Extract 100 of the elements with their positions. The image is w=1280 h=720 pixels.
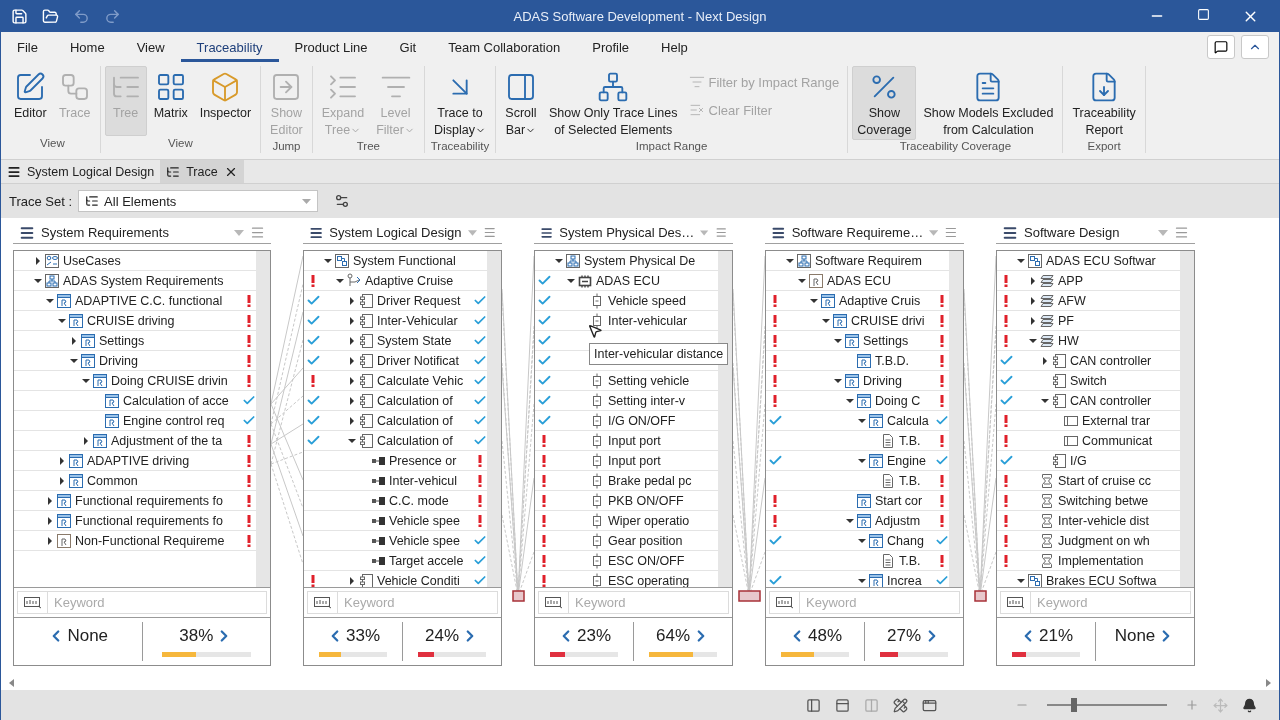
tree-item[interactable]: Driving: [863, 373, 902, 388]
collapsed-caret-icon[interactable]: [70, 336, 78, 345]
expanded-caret-icon[interactable]: [70, 356, 78, 365]
tree-item[interactable]: Start of cruise cc: [1058, 473, 1152, 488]
ribbon-button[interactable]: Editor: [9, 66, 52, 136]
scroll-left-icon[interactable]: [9, 678, 14, 687]
tree-item[interactable]: ADAS System Requirements: [63, 273, 224, 288]
tree-item[interactable]: Inter-vehicul: [389, 473, 458, 488]
menu-tab[interactable]: Profile: [576, 32, 646, 62]
menu-icon[interactable]: [482, 225, 496, 240]
expanded-caret-icon[interactable]: [786, 256, 794, 265]
tree-item[interactable]: Switching betwe: [1058, 493, 1149, 508]
keyword-field[interactable]: Keyword: [769, 591, 960, 614]
collapsed-caret-icon[interactable]: [348, 416, 356, 425]
collapsed-caret-icon[interactable]: [46, 516, 54, 525]
menu-icon[interactable]: [250, 225, 265, 240]
tree-item[interactable]: Common: [87, 473, 138, 488]
tree-item[interactable]: Calculation of: [377, 393, 453, 408]
expanded-caret-icon[interactable]: [324, 256, 332, 265]
tree-item[interactable]: HW: [1058, 333, 1079, 348]
tree-item[interactable]: Doing C: [875, 393, 921, 408]
collapsed-caret-icon[interactable]: [348, 376, 356, 385]
scrollbar[interactable]: [1180, 251, 1194, 587]
collapsed-caret-icon[interactable]: [1029, 316, 1037, 325]
keyword-field[interactable]: Keyword: [307, 591, 498, 614]
tree-item[interactable]: Setting vehicle: [608, 373, 690, 388]
tree-item[interactable]: T.B.: [899, 553, 921, 568]
tree-item[interactable]: Functional requirements fo: [75, 493, 223, 508]
tree-item[interactable]: Brake pedal pc: [608, 473, 692, 488]
tree-item[interactable]: Driving: [99, 353, 138, 368]
keyword-field[interactable]: Keyword: [1000, 591, 1191, 614]
tree-item[interactable]: ESC ON/OFF: [608, 553, 685, 568]
ribbon-button[interactable]: Show Models Excluded from Calculation: [918, 66, 1059, 140]
expanded-caret-icon[interactable]: [1017, 256, 1025, 265]
expanded-caret-icon[interactable]: [822, 316, 830, 325]
tree-item[interactable]: Presence or: [389, 453, 457, 468]
tree-item[interactable]: Settings: [863, 333, 909, 348]
expanded-caret-icon[interactable]: [834, 336, 842, 345]
redo-icon[interactable]: [104, 7, 121, 25]
expanded-caret-icon[interactable]: [810, 296, 818, 305]
menu-tab[interactable]: Traceability: [180, 32, 279, 62]
tree-item[interactable]: System Functional: [353, 253, 456, 268]
menu-tab[interactable]: Help: [645, 32, 704, 62]
menu-tab[interactable]: Git: [383, 32, 433, 62]
tree-item[interactable]: Calcula: [887, 413, 929, 428]
tree-item[interactable]: CAN controller: [1070, 393, 1152, 408]
tree-item[interactable]: Gear position: [608, 533, 683, 548]
tree-item[interactable]: Adjustment of the ta: [111, 433, 223, 448]
expanded-caret-icon[interactable]: [555, 256, 563, 265]
collapsed-caret-icon[interactable]: [348, 336, 356, 345]
expanded-caret-icon[interactable]: [858, 536, 866, 545]
expanded-caret-icon[interactable]: [82, 376, 90, 385]
tree-item[interactable]: Vehicle speed: [608, 293, 686, 308]
expanded-caret-icon[interactable]: [834, 376, 842, 385]
tree-item[interactable]: Engine: [887, 453, 926, 468]
expanded-caret-icon[interactable]: [846, 516, 854, 525]
undo-icon[interactable]: [73, 7, 90, 25]
zoom-thumb[interactable]: [1071, 698, 1077, 712]
tree-item[interactable]: Implementation: [1058, 553, 1144, 568]
ribbon-button[interactable]: Show Coverage: [852, 66, 917, 140]
folder-icon[interactable]: [42, 7, 59, 25]
tree-item[interactable]: APP: [1058, 273, 1083, 288]
edit-icon[interactable]: [893, 697, 908, 713]
feedback-button[interactable]: [1207, 35, 1235, 59]
keyword-field[interactable]: Keyword: [538, 591, 729, 614]
expanded-caret-icon[interactable]: [1017, 576, 1025, 585]
tree-item[interactable]: Inter-Vehicular: [377, 313, 458, 328]
ribbon-button[interactable]: Show Only Trace Lines of Selected Elements: [543, 66, 683, 140]
document-tab[interactable]: Trace: [160, 160, 244, 183]
tree-item[interactable]: Calculate Vehic: [377, 373, 464, 388]
tree-item[interactable]: T.B.: [899, 473, 921, 488]
expanded-caret-icon[interactable]: [336, 276, 344, 285]
expanded-caret-icon[interactable]: [348, 436, 356, 445]
tree-item[interactable]: CAN controller: [1070, 353, 1152, 368]
trace-set-dropdown[interactable]: All Elements: [78, 190, 319, 212]
collapsed-caret-icon[interactable]: [34, 256, 42, 265]
expanded-caret-icon[interactable]: [34, 276, 42, 285]
tree-item[interactable]: T.B.D.: [875, 353, 910, 368]
tree-item[interactable]: Calculation of acce: [123, 393, 229, 408]
scroll-right-icon[interactable]: [1266, 678, 1271, 687]
expanded-caret-icon[interactable]: [58, 316, 66, 325]
tree-item[interactable]: Wiper operatio: [608, 513, 690, 528]
layout-icon[interactable]: [806, 697, 821, 713]
expanded-caret-icon[interactable]: [858, 416, 866, 425]
collapsed-caret-icon[interactable]: [46, 496, 54, 505]
collapsed-caret-icon[interactable]: [82, 436, 90, 445]
tree-item[interactable]: ADAPTIVE C.C. functional: [75, 293, 223, 308]
tree-item[interactable]: CRUISE drivi: [851, 313, 925, 328]
expanded-caret-icon[interactable]: [1041, 396, 1049, 405]
ribbon-button[interactable]: Scroll Bar: [499, 66, 542, 140]
collapsed-caret-icon[interactable]: [1029, 296, 1037, 305]
tree-item[interactable]: External trar: [1082, 413, 1151, 428]
menu-tab[interactable]: Home: [53, 32, 121, 62]
tree-item[interactable]: Engine control req: [123, 413, 225, 428]
collapsed-caret-icon[interactable]: [58, 456, 66, 465]
collapsed-caret-icon[interactable]: [1041, 356, 1049, 365]
menu-tab[interactable]: Product Line: [278, 32, 384, 62]
tree-item[interactable]: ADAS ECU: [827, 273, 891, 288]
ribbon-button[interactable]: Matrix: [148, 66, 193, 136]
tree-item[interactable]: Communicat: [1082, 433, 1153, 448]
